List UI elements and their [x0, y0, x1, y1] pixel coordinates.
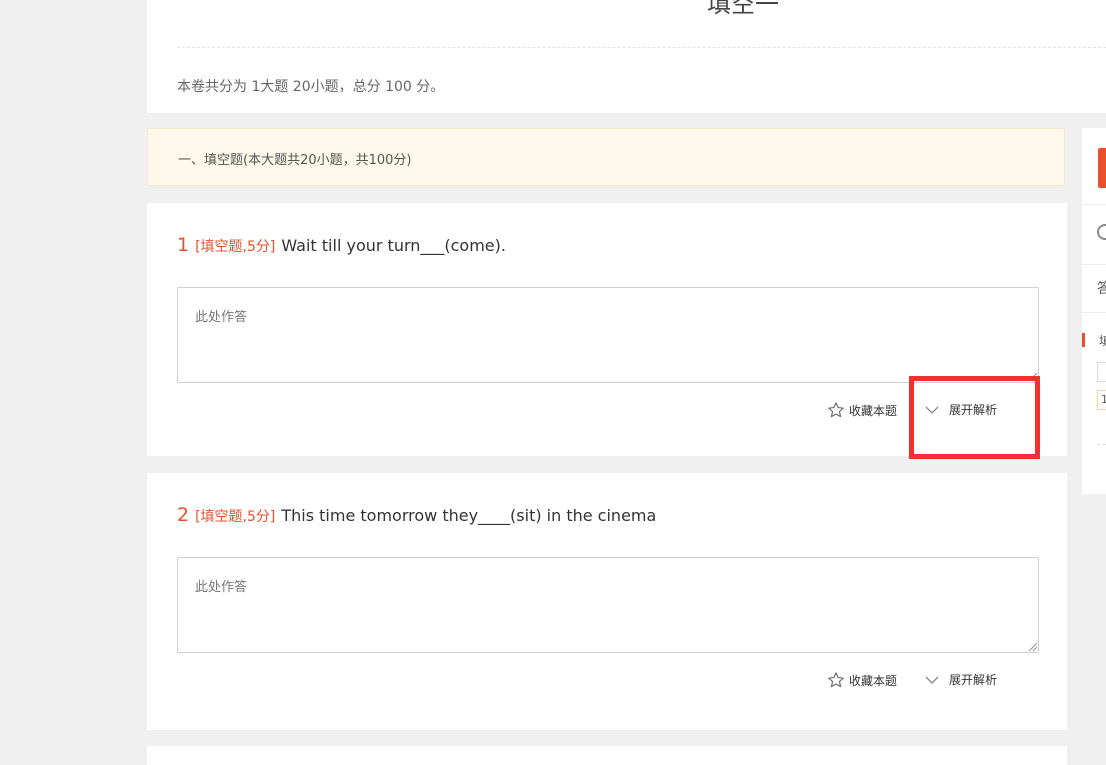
- sidebar-divider: [1082, 204, 1106, 205]
- star-icon: [828, 672, 844, 688]
- question-actions: 收藏本题 展开解析: [827, 401, 1047, 421]
- expand-analysis-label: 展开解析: [949, 673, 998, 687]
- exam-summary: 本卷共分为 1大题 20小题，总分 100 分。: [177, 79, 445, 95]
- question-type: [填空题,5分]: [195, 509, 276, 525]
- question-header: 2 [填空题,5分] This time tomorrow they____(sit…: [177, 503, 656, 529]
- exam-header: 填空一 本卷共分为 1大题 20小题，总分 100 分。: [147, 0, 1106, 113]
- question-header: 1 [填空题,5分] Wait till your turn___(come).: [177, 233, 506, 259]
- answer-cell[interactable]: 1: [1097, 390, 1106, 410]
- question-number: 1: [177, 234, 190, 256]
- question-card-2: 2 [填空题,5分] This time tomorrow they____(sit…: [147, 473, 1067, 730]
- chevron-down-icon: [925, 676, 939, 684]
- favorite-button[interactable]: 收藏本题: [827, 401, 897, 419]
- exam-title: 填空一: [707, 0, 779, 18]
- answer-sheet-label: 答: [1097, 281, 1106, 297]
- section-banner: 一、填空题(本大题共20小题，共100分): [147, 128, 1065, 186]
- favorite-label: 收藏本题: [849, 673, 898, 688]
- question-type: [填空题,5分]: [195, 239, 276, 255]
- favorite-label: 收藏本题: [849, 403, 898, 418]
- star-icon: [828, 402, 844, 418]
- sidebar-divider: [1097, 444, 1106, 445]
- answer-placeholder: 此处作答: [195, 310, 248, 325]
- section-title: 一、填空题(本大题共20小题，共100分): [178, 153, 412, 168]
- question-actions: 收藏本题 展开解析: [827, 671, 1047, 691]
- expand-analysis-label: 展开解析: [949, 403, 998, 417]
- clock-icon: [1097, 224, 1106, 240]
- answer-sheet-sidebar: 答 填 1: [1082, 128, 1106, 494]
- answer-textarea[interactable]: 此处作答: [177, 287, 1039, 383]
- answer-cell[interactable]: [1097, 362, 1106, 382]
- question-number: 2: [177, 504, 190, 526]
- submit-button[interactable]: [1098, 148, 1106, 188]
- sidebar-section-label: 填: [1099, 334, 1106, 348]
- resize-grip-icon[interactable]: [1029, 643, 1037, 651]
- question-card-3: [147, 746, 1067, 765]
- page: 填空一 本卷共分为 1大题 20小题，总分 100 分。 一、填空题(本大题共2…: [0, 0, 1106, 765]
- resize-grip-icon[interactable]: [1029, 373, 1037, 381]
- question-card-1: 1 [填空题,5分] Wait till your turn___(come). 此…: [147, 203, 1067, 456]
- favorite-button[interactable]: 收藏本题: [827, 671, 897, 689]
- question-text: This time tomorrow they____(sit) in the …: [281, 506, 657, 525]
- sidebar-divider: [1082, 312, 1106, 313]
- expand-analysis-button[interactable]: 展开解析: [925, 401, 997, 418]
- question-text: Wait till your turn___(come).: [281, 236, 506, 255]
- expand-analysis-button[interactable]: 展开解析: [925, 671, 997, 688]
- sidebar-divider: [1082, 264, 1106, 265]
- answer-textarea[interactable]: 此处作答: [177, 557, 1039, 653]
- chevron-down-icon: [925, 406, 939, 414]
- header-divider: [177, 47, 1106, 48]
- section-accent: [1082, 333, 1085, 347]
- answer-placeholder: 此处作答: [195, 580, 248, 595]
